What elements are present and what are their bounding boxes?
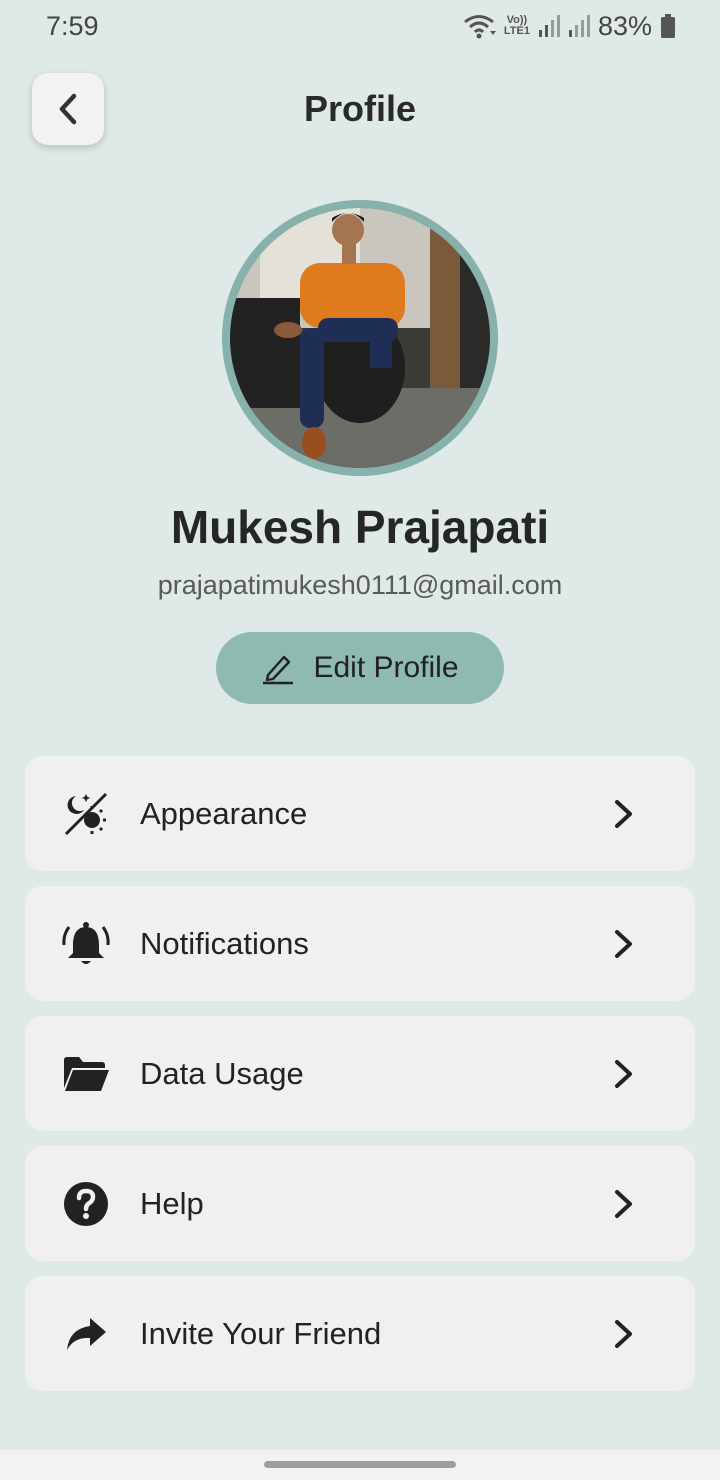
edit-profile-button[interactable]: Edit Profile: [216, 632, 504, 704]
page-title: Profile: [303, 88, 417, 129]
menu-label: Invite Your Friend: [140, 1316, 382, 1351]
menu-item-help[interactable]: Help: [25, 1146, 695, 1261]
theme-icon: [61, 789, 111, 839]
menu-label: Help: [140, 1186, 204, 1221]
bell-icon: [61, 919, 111, 969]
profile-photo: [230, 208, 490, 468]
chevron-right-icon: [615, 1060, 632, 1088]
home-gesture-handle[interactable]: [264, 1461, 456, 1468]
avatar[interactable]: [222, 200, 498, 476]
signal-icon-1: [538, 15, 560, 37]
share-icon: [61, 1309, 111, 1359]
menu-item-notifications[interactable]: Notifications: [25, 886, 695, 1001]
battery-percent: 83%: [597, 10, 652, 41]
menu-label: Data Usage: [140, 1056, 304, 1091]
chevron-right-icon: [615, 800, 632, 828]
settings-menu: Appearance Notifications Data Usage Help…: [25, 756, 695, 1391]
menu-label: Appearance: [140, 796, 308, 831]
status-bar: 7:59 Vo)) LTE1 83%: [0, 0, 720, 52]
system-nav-bar: [0, 1450, 720, 1480]
menu-item-invite[interactable]: Invite Your Friend: [25, 1276, 695, 1391]
edit-profile-label: Edit Profile: [313, 651, 459, 684]
wifi-icon: [463, 15, 496, 39]
header: Profile: [0, 70, 720, 152]
signal-icon-2: [568, 15, 590, 37]
chevron-right-icon: [615, 1190, 632, 1218]
profile-name: Mukesh Prajapati: [170, 501, 550, 553]
profile-email: prajapatimukesh0111@gmail.com: [157, 570, 563, 600]
chevron-right-icon: [615, 1320, 632, 1348]
battery-icon: [661, 14, 675, 38]
status-time: 7:59: [46, 10, 99, 41]
folder-icon: [61, 1049, 111, 1099]
chevron-right-icon: [615, 930, 632, 958]
menu-item-appearance[interactable]: Appearance: [25, 756, 695, 871]
menu-item-data-usage[interactable]: Data Usage: [25, 1016, 695, 1131]
pencil-icon: [263, 655, 294, 685]
menu-label: Notifications: [140, 926, 309, 961]
status-icons: Vo)) LTE1 83%: [462, 11, 676, 42]
help-icon: [61, 1179, 111, 1229]
volte-indicator: Vo)) LTE1: [503, 14, 530, 37]
